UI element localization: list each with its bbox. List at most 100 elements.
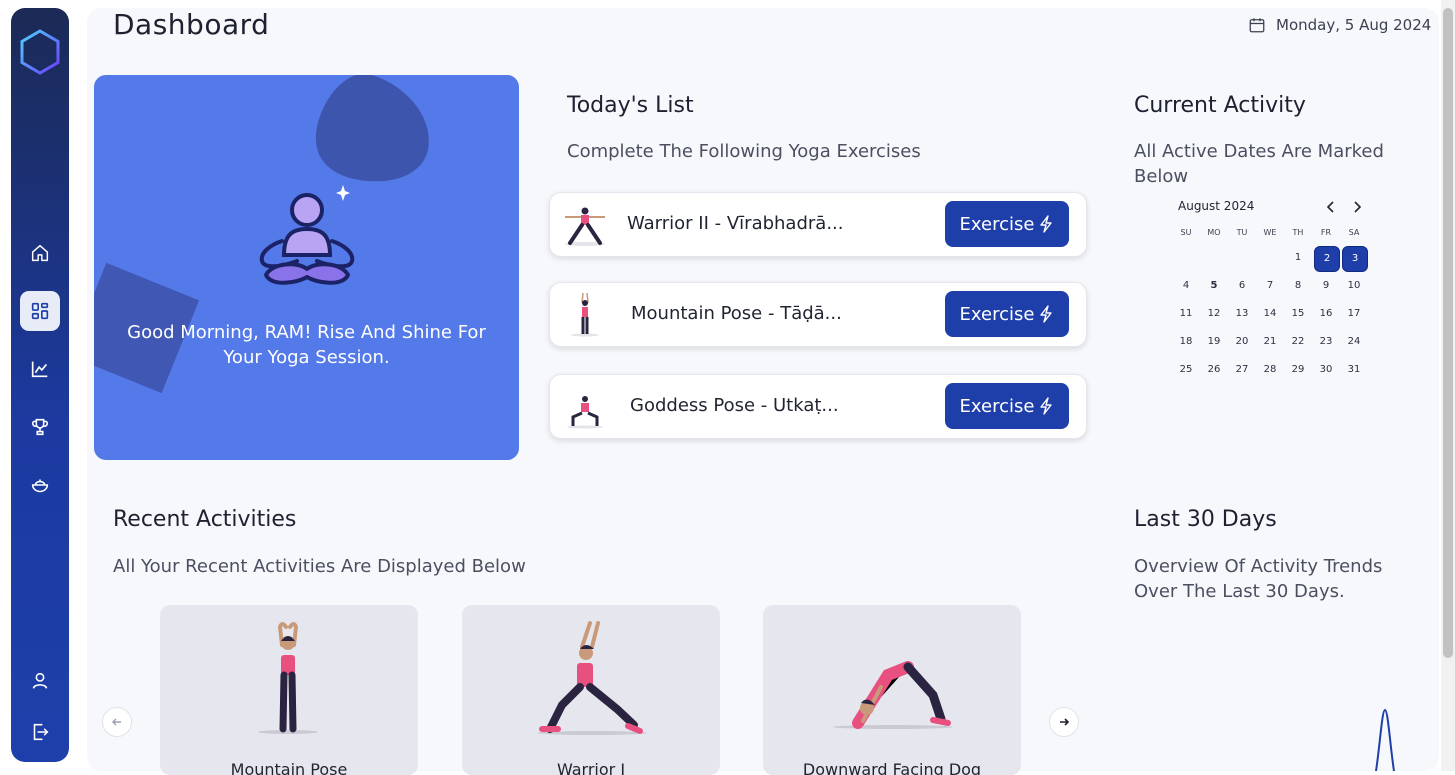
calendar-day[interactable]: 27	[1230, 358, 1254, 382]
recent-activities-title: Recent Activities	[113, 507, 297, 532]
calendar-day[interactable]: 9	[1314, 274, 1338, 298]
todays-list-title: Today's List	[567, 93, 694, 118]
chevron-left-icon[interactable]	[1324, 200, 1338, 214]
sidebar-item-achievements[interactable]	[20, 407, 60, 447]
app-logo-icon[interactable]	[19, 28, 61, 76]
calendar-day-marked[interactable]: 3	[1342, 246, 1368, 272]
decorative-blob	[315, 75, 429, 182]
downward-dog-illustration	[833, 661, 953, 729]
calendar-day[interactable]: 31	[1342, 358, 1366, 382]
calendar-day[interactable]: 1	[1286, 246, 1310, 270]
activity-card-label: Mountain Pose	[230, 760, 348, 775]
calendar-day[interactable]: 26	[1202, 358, 1226, 382]
logout-icon	[33, 723, 49, 741]
calendar-day[interactable]: 21	[1258, 330, 1282, 354]
bowl-icon	[31, 479, 49, 493]
activity-trend-line	[1375, 708, 1395, 771]
current-activity-subtitle: All Active Dates Are Marked Below	[1134, 141, 1384, 187]
calendar-day[interactable]: 22	[1286, 330, 1310, 354]
exercise-button[interactable]: Exercise	[945, 383, 1069, 429]
recent-activities-subtitle: All Your Recent Activities Are Displayed…	[113, 556, 526, 577]
mountain-pose-illustration	[258, 622, 318, 734]
exercise-button[interactable]: Exercise	[945, 201, 1069, 247]
calendar-day[interactable]: 10	[1342, 274, 1366, 298]
exercise-name: Mountain Pose - Tāḍā...	[631, 303, 842, 324]
calendar-day[interactable]: 5	[1202, 274, 1226, 298]
exercise-button-label: Exercise	[959, 395, 1035, 417]
exercise-card: Goddess Pose - Utkaṭ... Exercise	[549, 374, 1087, 439]
calendar-day[interactable]: 7	[1258, 274, 1282, 298]
home-icon	[31, 244, 49, 262]
page-title: Dashboard	[113, 8, 270, 41]
calendar-day[interactable]: 4	[1174, 274, 1198, 298]
last-30-days-title: Last 30 Days	[1134, 507, 1277, 532]
activity-card-label: Warrior I	[556, 760, 626, 775]
calendar-day[interactable]: 8	[1286, 274, 1310, 298]
current-date: Monday, 5 Aug 2024	[1248, 16, 1431, 34]
calendar-weekday: FR	[1320, 228, 1332, 237]
carousel-prev-button[interactable]	[102, 707, 132, 737]
last-30-days-subtitle: Overview Of Activity Trends Over The Las…	[1134, 556, 1383, 602]
calendar-weekday: MO	[1207, 228, 1221, 237]
calendar-weekday: SA	[1348, 228, 1360, 237]
calendar-day[interactable]: 15	[1286, 302, 1310, 326]
calendar-icon	[1249, 18, 1265, 33]
todays-list-subtitle: Complete The Following Yoga Exercises	[567, 141, 921, 162]
calendar-day[interactable]: 16	[1314, 302, 1338, 326]
calendar-day[interactable]: 11	[1174, 302, 1198, 326]
lightning-icon	[1040, 215, 1053, 233]
calendar-day[interactable]: 19	[1202, 330, 1226, 354]
exercise-card: Warrior II - Vīrabhadrā... Exercise	[549, 192, 1087, 257]
warrior-one-illustration	[537, 621, 647, 735]
calendar-day[interactable]: 17	[1342, 302, 1366, 326]
grid-icon	[31, 302, 49, 320]
arrow-left-icon	[112, 718, 121, 726]
calendar-day[interactable]: 14	[1258, 302, 1282, 326]
calendar-weekday: TH	[1292, 228, 1304, 237]
trophy-icon	[32, 418, 48, 436]
activity-card[interactable]: Mountain Pose	[160, 605, 418, 775]
calendar-day[interactable]: 25	[1174, 358, 1198, 382]
user-icon	[32, 672, 48, 689]
activity-card-label: Downward Facing Dog	[802, 760, 982, 775]
calendar-day[interactable]: 24	[1342, 330, 1366, 354]
warrior-pose-thumbnail	[565, 207, 605, 246]
calendar-day[interactable]: 23	[1314, 330, 1338, 354]
goddess-pose-thumbnail	[567, 396, 603, 429]
calendar-day[interactable]: 30	[1314, 358, 1338, 382]
sidebar-item-dashboard[interactable]	[20, 291, 60, 331]
lightning-icon	[1040, 305, 1053, 323]
chevron-right-icon[interactable]	[1350, 200, 1364, 214]
date-text: Monday, 5 Aug 2024	[1276, 16, 1432, 34]
calendar-day[interactable]: 12	[1202, 302, 1226, 326]
sidebar-item-analytics[interactable]	[20, 349, 60, 389]
calendar-day[interactable]: 28	[1258, 358, 1282, 382]
sidebar-item-home[interactable]	[20, 233, 60, 273]
calendar-day-marked[interactable]: 2	[1314, 246, 1340, 272]
scrollbar-thumb[interactable]	[1443, 8, 1453, 658]
meditation-icon	[259, 193, 355, 285]
exercise-name: Goddess Pose - Utkaṭ...	[630, 395, 839, 416]
greeting-text: Good Morning, RAM! Rise And Shine For Yo…	[127, 322, 486, 368]
activity-card[interactable]: Warrior I	[462, 605, 720, 775]
current-activity-title: Current Activity	[1134, 93, 1306, 118]
sidebar-item-logout[interactable]	[20, 712, 60, 752]
calendar-day[interactable]: 6	[1230, 274, 1254, 298]
calendar-day[interactable]: 20	[1230, 330, 1254, 354]
sidebar-item-diet[interactable]	[20, 465, 60, 505]
sidebar-item-profile[interactable]	[20, 661, 60, 701]
exercise-card: Mountain Pose - Tāḍā... Exercise	[549, 282, 1087, 347]
exercise-button[interactable]: Exercise	[945, 291, 1069, 337]
activity-card[interactable]: Downward Facing Dog	[763, 605, 1021, 775]
carousel-next-button[interactable]	[1049, 707, 1079, 737]
calendar-month: August 2024	[1178, 199, 1255, 213]
calendar-day[interactable]: 29	[1286, 358, 1310, 382]
calendar-day[interactable]: 18	[1174, 330, 1198, 354]
calendar-day[interactable]: 13	[1230, 302, 1254, 326]
sidebar	[11, 8, 69, 762]
chart-icon	[31, 361, 48, 378]
calendar-weekday: TU	[1236, 228, 1248, 237]
exercise-name: Warrior II - Vīrabhadrā...	[627, 213, 844, 234]
lightning-icon	[1040, 397, 1053, 415]
calendar-weekday: WE	[1263, 228, 1277, 237]
